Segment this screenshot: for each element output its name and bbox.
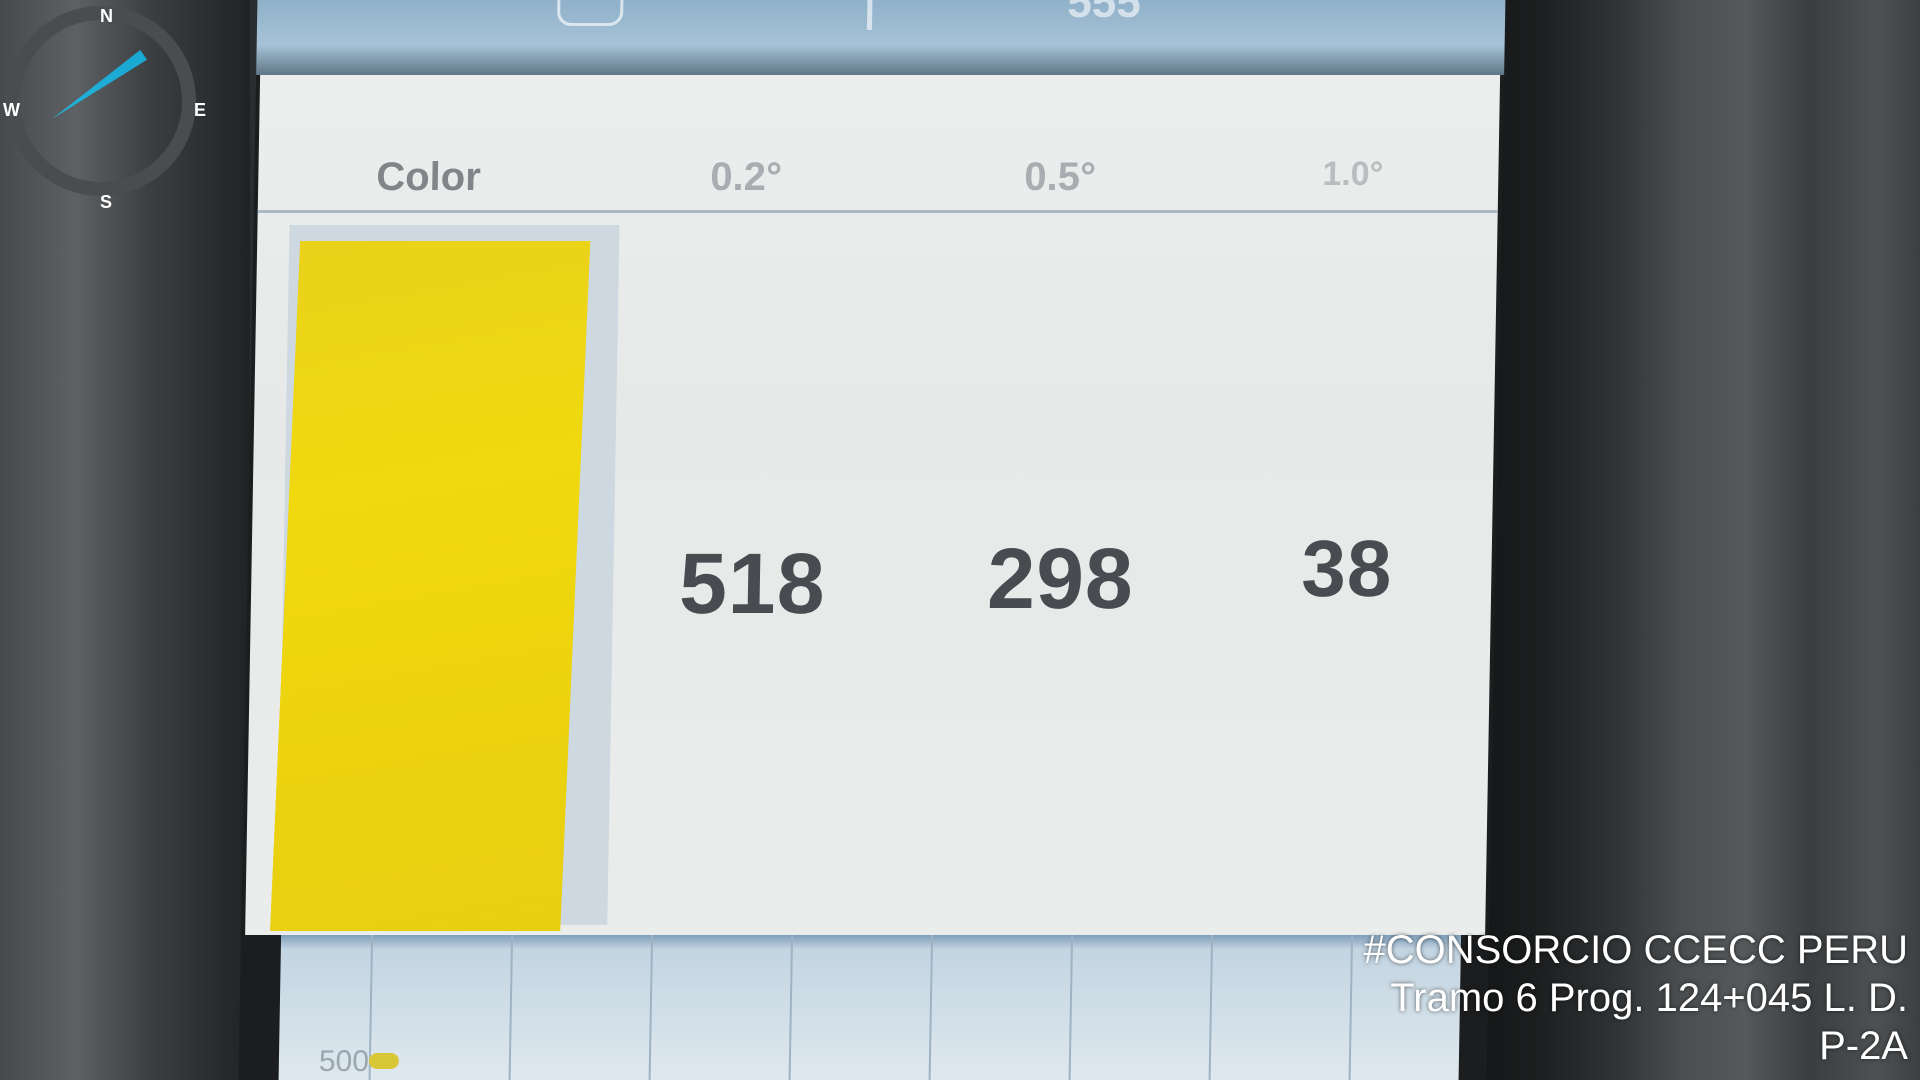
compass-west-label: W (3, 100, 20, 120)
table-header-row: Color 0.2° 0.5° 1.0° (257, 75, 1501, 213)
top-bar-icon[interactable] (556, 0, 624, 26)
column-header-color: Color (375, 155, 482, 199)
column-header-angle-0-2: 0.2° (709, 155, 783, 199)
graph-gridline (928, 935, 934, 1080)
device-screen: 555 Color 0.2° 0.5° 1.0° 518 298 38 500 (238, 0, 1506, 1080)
column-header-angle-1-0: 1.0° (1322, 155, 1384, 193)
graph-gridline (1068, 935, 1074, 1080)
compass-widget: N E S W (0, 0, 220, 220)
graph-gridline (648, 935, 654, 1080)
measurement-panel: Color 0.2° 0.5° 1.0° 518 298 38 (245, 75, 1501, 935)
watermark-line-2: Tramo 6 Prog. 124+045 L. D. (1390, 976, 1908, 1020)
compass-south-label: S (100, 192, 113, 212)
compass-east-label: E (194, 100, 207, 120)
watermark-line-3: P-2A (1819, 1024, 1908, 1068)
photo-watermark: #CONSORCIO CCECC PERU Tramo 6 Prog. 124+… (1363, 926, 1908, 1070)
graph-marker (368, 1053, 400, 1069)
graph-gridline (788, 935, 794, 1080)
compass-ring (6, 6, 196, 196)
color-swatch (270, 241, 591, 931)
column-header-angle-0-5: 0.5° (1023, 155, 1097, 199)
graph-gridline (1348, 935, 1354, 1080)
top-bar-text: 555 (1066, 0, 1142, 27)
photo-scene: 555 Color 0.2° 0.5° 1.0° 518 298 38 500 … (0, 0, 1920, 1080)
graph-axis-label: 500 (318, 1045, 370, 1078)
reading-angle-0-2: 518 (678, 536, 827, 632)
compass-north-label: N (100, 6, 113, 26)
watermark-line-1: #CONSORCIO CCECC PERU (1363, 928, 1908, 972)
screen-top-bar: 555 (256, 0, 1506, 75)
top-bar-divider (866, 0, 873, 30)
reading-angle-0-5: 298 (986, 531, 1135, 627)
device-casing-right (1480, 0, 1920, 1080)
graph-area: 500 (278, 935, 1462, 1080)
graph-gridline (1208, 935, 1214, 1080)
reading-angle-1-0: 38 (1300, 524, 1394, 613)
graph-gridline (508, 935, 514, 1080)
